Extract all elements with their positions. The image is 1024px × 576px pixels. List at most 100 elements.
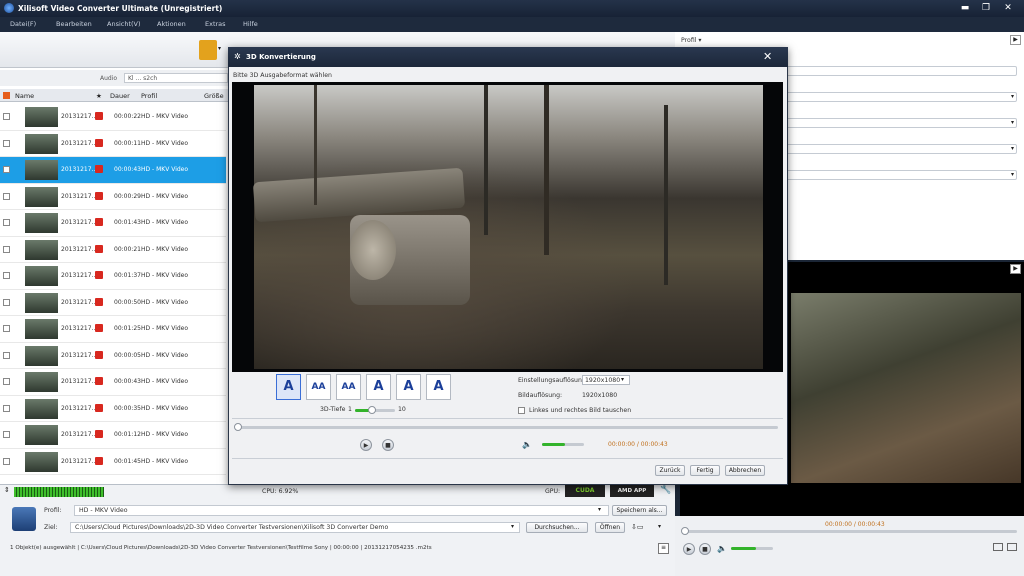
dialog-seek-bar[interactable] bbox=[236, 426, 778, 429]
format-badge-icon bbox=[95, 324, 103, 332]
table-row[interactable]: ✓ 20131217... 00:00:43 HD - MKV Video bbox=[0, 157, 226, 184]
target-path-input[interactable]: C:\Users\Cloud Pictures\Downloads\2D-3D … bbox=[70, 522, 520, 533]
row-checkbox[interactable] bbox=[3, 404, 10, 412]
property-select-4[interactable]: ▾ bbox=[785, 170, 1017, 180]
menu-view[interactable]: Ansicht(V) bbox=[107, 20, 141, 28]
cancel-button[interactable]: Abbrechen bbox=[725, 465, 765, 476]
dialog-gear-icon: ✲ bbox=[234, 52, 241, 61]
preview-collapse-icon[interactable]: ▶ bbox=[1010, 264, 1021, 274]
row-checkbox[interactable] bbox=[3, 351, 10, 359]
depth-slider-knob[interactable] bbox=[367, 406, 376, 414]
table-row[interactable]: 20131217... 00:00:05 HD - MKV Video bbox=[0, 343, 226, 369]
profile-label: Profil: bbox=[44, 507, 62, 514]
fullscreen-icon[interactable] bbox=[1007, 543, 1017, 551]
row-checkbox[interactable] bbox=[3, 431, 10, 438]
dialog-stop-button[interactable]: ■ bbox=[382, 439, 394, 451]
row-checkbox[interactable] bbox=[3, 457, 10, 465]
snapshot-icon[interactable] bbox=[993, 543, 1003, 551]
col-name[interactable]: Name bbox=[15, 92, 34, 100]
output-options-dropdown-icon[interactable]: ▾ bbox=[658, 523, 661, 530]
log-icon[interactable]: ≡ bbox=[658, 543, 669, 554]
row-checkbox[interactable] bbox=[3, 272, 10, 279]
menu-tools[interactable]: Extras bbox=[205, 20, 226, 28]
table-row[interactable]: 20131217... 00:00:29 HD - MKV Video bbox=[0, 184, 226, 210]
dialog-seek-knob[interactable] bbox=[234, 423, 242, 431]
mode-button-3[interactable]: AA bbox=[336, 374, 361, 400]
select-all-icon[interactable] bbox=[3, 92, 10, 99]
save-as-button[interactable]: Speichern als... bbox=[612, 505, 667, 516]
audio-select[interactable]: Kl ... s2ch bbox=[124, 73, 228, 83]
dialog-volume-icon[interactable]: 🔈 bbox=[522, 440, 532, 449]
preview-seek-bar[interactable] bbox=[683, 530, 1017, 533]
swap-checkbox[interactable] bbox=[518, 407, 525, 414]
row-checkbox[interactable] bbox=[3, 192, 10, 200]
mode-button-6[interactable]: A bbox=[426, 374, 451, 400]
property-field-1[interactable] bbox=[785, 66, 1017, 76]
property-select-2[interactable]: ▾ bbox=[785, 118, 1017, 128]
output-options-icon[interactable]: ⇩▭ bbox=[631, 523, 643, 531]
browse-button[interactable]: Durchsuchen... bbox=[526, 522, 588, 533]
minimize-icon[interactable]: ▬ bbox=[957, 3, 973, 14]
waveform-toggle-icon[interactable]: ⇕ bbox=[4, 486, 10, 494]
table-row[interactable]: 20131217... 00:01:45 HD - MKV Video bbox=[0, 449, 226, 475]
row-checkbox[interactable] bbox=[3, 378, 10, 385]
mode-button-4[interactable]: A bbox=[366, 374, 391, 400]
add-file-icon[interactable] bbox=[199, 40, 217, 60]
table-row[interactable]: 20131217... 00:01:12 HD - MKV Video bbox=[0, 422, 226, 449]
resolution-dropdown-icon[interactable]: ▾ bbox=[621, 376, 624, 383]
dialog-play-button[interactable]: ▶ bbox=[360, 439, 372, 451]
maximize-icon[interactable]: ❐ bbox=[978, 3, 994, 14]
star-icon[interactable]: ★ bbox=[96, 92, 102, 100]
table-row[interactable]: 20131217... 00:00:21 HD - MKV Video bbox=[0, 237, 226, 263]
profile-dropdown[interactable]: Profil ▾ bbox=[681, 37, 702, 44]
reset-button[interactable]: Zurück bbox=[655, 465, 685, 476]
table-row[interactable]: 20131217... 00:01:43 HD - MKV Video bbox=[0, 210, 226, 237]
target-dropdown-icon[interactable]: ▾ bbox=[511, 523, 514, 530]
table-row[interactable]: 20131217... 00:00:43 HD - MKV Video bbox=[0, 369, 226, 396]
menu-file[interactable]: Datei(F) bbox=[10, 20, 36, 28]
amd-app-badge[interactable]: AMD APP bbox=[610, 485, 654, 497]
table-row[interactable]: 20131217... 00:01:37 HD - MKV Video bbox=[0, 263, 226, 290]
preview-volume-icon[interactable]: 🔈 bbox=[717, 544, 727, 553]
menu-help[interactable]: Hilfe bbox=[243, 20, 258, 28]
cuda-badge[interactable]: CUDA bbox=[565, 485, 605, 497]
property-select-1[interactable]: ▾ bbox=[785, 92, 1017, 102]
preview-stop-button[interactable]: ■ bbox=[699, 543, 711, 555]
add-dropdown-icon[interactable]: ▾ bbox=[218, 45, 221, 52]
table-row[interactable]: 20131217... 00:00:22 HD - MKV Video bbox=[0, 104, 226, 131]
preview-seek-knob[interactable] bbox=[681, 527, 689, 535]
col-size[interactable]: Größe bbox=[204, 92, 224, 100]
row-checkbox[interactable] bbox=[3, 139, 10, 147]
row-checkbox[interactable]: ✓ bbox=[3, 166, 10, 174]
done-button[interactable]: Fertig bbox=[690, 465, 720, 476]
table-row[interactable]: 20131217... 00:00:50 HD - MKV Video bbox=[0, 290, 226, 316]
settings-wrench-icon[interactable]: 🔧 bbox=[660, 485, 671, 495]
mode-button-1[interactable]: A bbox=[276, 374, 301, 400]
row-checkbox[interactable] bbox=[3, 325, 10, 332]
preview-volume-slider[interactable] bbox=[731, 547, 773, 550]
property-select-3[interactable]: ▾ bbox=[785, 144, 1017, 154]
open-button[interactable]: Öffnen bbox=[595, 522, 625, 533]
file-profile: HD - MKV Video bbox=[141, 192, 189, 200]
close-icon[interactable]: ✕ bbox=[1000, 3, 1016, 14]
profile-select[interactable]: HD - MKV Video bbox=[74, 505, 609, 516]
menu-edit[interactable]: Bearbeiten bbox=[56, 20, 92, 28]
dialog-volume-slider[interactable] bbox=[542, 443, 584, 446]
dialog-close-icon[interactable]: ✕ bbox=[763, 50, 772, 63]
row-checkbox[interactable] bbox=[3, 219, 10, 226]
profile-dropdown-icon[interactable]: ▾ bbox=[598, 506, 601, 513]
mode-button-5[interactable]: A bbox=[396, 374, 421, 400]
video-thumbnail bbox=[25, 160, 58, 180]
menu-actions[interactable]: Aktionen bbox=[157, 20, 186, 28]
row-checkbox[interactable] bbox=[3, 113, 10, 120]
table-row[interactable]: 20131217... 00:01:25 HD - MKV Video bbox=[0, 316, 226, 343]
row-checkbox[interactable] bbox=[3, 245, 10, 253]
col-duration[interactable]: Dauer bbox=[110, 92, 130, 100]
panel-toggle-icon[interactable]: ▶ bbox=[1010, 35, 1021, 45]
preview-play-button[interactable]: ▶ bbox=[683, 543, 695, 555]
table-row[interactable]: 20131217... 00:00:35 HD - MKV Video bbox=[0, 396, 226, 422]
table-row[interactable]: 20131217... 00:00:11 HD - MKV Video bbox=[0, 131, 226, 157]
col-profile[interactable]: Profil bbox=[141, 92, 157, 100]
row-checkbox[interactable] bbox=[3, 298, 10, 306]
mode-button-2[interactable]: AA bbox=[306, 374, 331, 400]
